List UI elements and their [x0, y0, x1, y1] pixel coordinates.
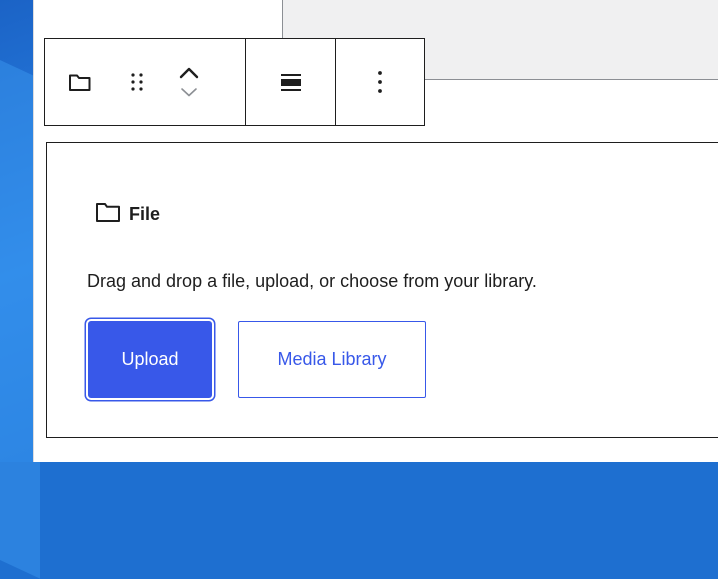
move-buttons — [159, 39, 219, 125]
toolbar-group-alignment — [245, 39, 335, 125]
toolbar-group-options — [335, 39, 424, 125]
file-block-instructions: Drag and drop a file, upload, or choose … — [87, 271, 537, 291]
media-library-button[interactable]: Media Library — [238, 321, 426, 398]
folder-icon — [68, 71, 92, 93]
chevron-up-icon — [178, 66, 200, 80]
more-vertical-icon — [376, 69, 384, 95]
move-down-button[interactable] — [178, 86, 200, 98]
upload-button[interactable]: Upload — [88, 321, 212, 398]
block-toolbar — [44, 38, 425, 126]
align-button[interactable] — [261, 52, 321, 112]
file-block-actions: Upload Media Library — [88, 321, 426, 398]
folder-icon — [95, 200, 121, 229]
drag-handle-button[interactable] — [115, 39, 159, 125]
editor-left-border — [33, 0, 34, 462]
drag-handle-icon — [130, 71, 144, 93]
editor-canvas: File Drag and drop a file, upload, or ch… — [33, 0, 718, 462]
chevron-down-icon — [178, 86, 200, 98]
block-type-button[interactable] — [45, 39, 115, 125]
options-button[interactable] — [355, 52, 405, 112]
toolbar-group-block — [45, 39, 245, 125]
file-block-label: File — [95, 200, 160, 229]
move-up-button[interactable] — [178, 66, 200, 80]
file-block-placeholder: File Drag and drop a file, upload, or ch… — [46, 142, 718, 438]
align-wide-icon — [279, 70, 303, 94]
file-block-title: File — [129, 204, 161, 224]
